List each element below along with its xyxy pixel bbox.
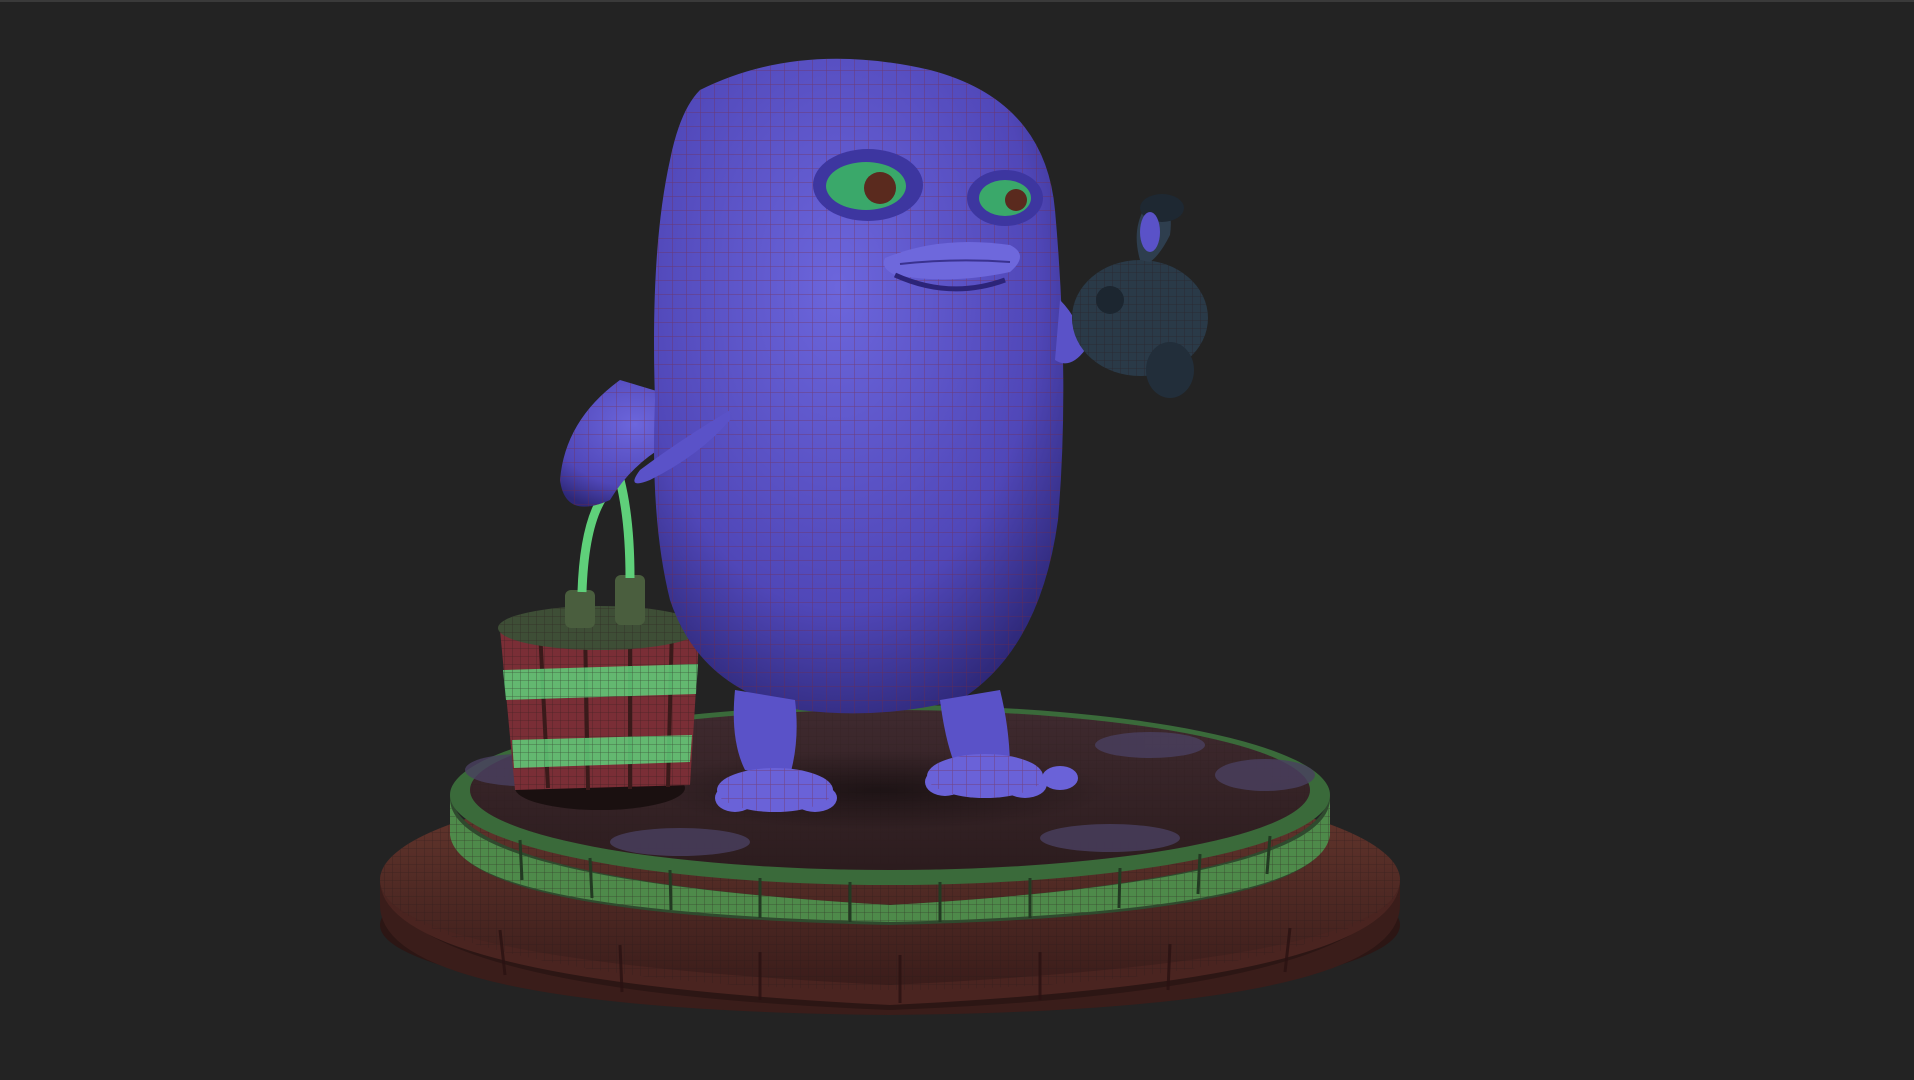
sculpt-model-render[interactable] (0, 0, 1914, 1080)
held-creature (1072, 194, 1208, 398)
3d-viewport-canvas[interactable] (0, 0, 1914, 1080)
